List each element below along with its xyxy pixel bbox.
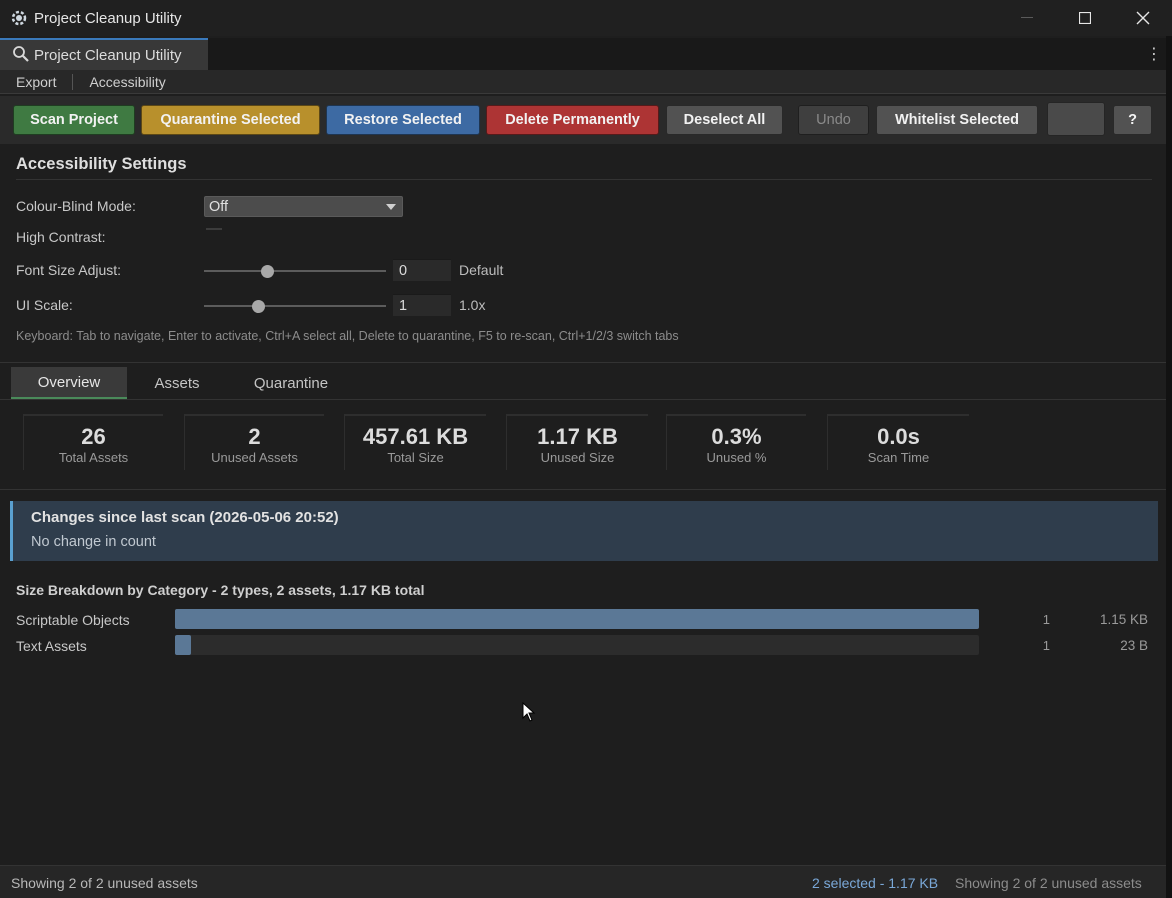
stats-divider — [0, 489, 1166, 490]
category-count: 1 — [1042, 638, 1050, 653]
stat-value: 2 — [248, 424, 261, 449]
close-button[interactable] — [1114, 0, 1172, 36]
quarantine-selected-button[interactable]: Quarantine Selected — [141, 105, 320, 135]
stat-value: 26 — [81, 424, 106, 449]
status-showing-left: Showing 2 of 2 unused assets — [11, 875, 198, 891]
font-size-slider-handle[interactable] — [261, 265, 274, 278]
status-showing-right: Showing 2 of 2 unused assets — [955, 875, 1142, 891]
high-contrast-label: High Contrast: — [16, 229, 106, 245]
category-bar-fill — [175, 609, 979, 629]
mouse-cursor-icon — [522, 701, 536, 725]
font-size-suffix: Default — [459, 262, 504, 278]
breakdown-row: Text Assets 1 23 B — [0, 635, 1166, 657]
tab-overview[interactable]: Overview — [11, 367, 127, 399]
size-breakdown-title: Size Breakdown by Category - 2 types, 2 … — [16, 582, 425, 598]
category-bar-fill — [175, 635, 191, 655]
ui-scale-slider[interactable] — [204, 305, 386, 307]
stat-label: Unused Assets — [211, 450, 298, 465]
stat-label: Total Size — [387, 450, 444, 465]
changes-heading: Changes since last scan (2026-05-06 20:5… — [31, 509, 339, 526]
minimize-button[interactable] — [998, 0, 1056, 36]
stat-label: Scan Time — [867, 450, 930, 465]
category-size: 23 B — [1120, 638, 1148, 653]
stat-card: 0.3% Unused % — [666, 414, 806, 470]
help-button[interactable]: ? — [1113, 105, 1152, 135]
tab-quarantine[interactable]: Quarantine — [236, 367, 346, 399]
ui-scale-suffix: 1.0x — [459, 297, 486, 313]
accessibility-settings-heading: Accessibility Settings — [16, 155, 187, 173]
font-size-field[interactable]: 0 — [393, 259, 451, 281]
chevron-down-icon — [386, 204, 396, 210]
category-count: 1 — [1042, 612, 1050, 627]
window-edge — [1166, 36, 1172, 898]
keyboard-hint: Keyboard: Tab to navigate, Enter to acti… — [16, 329, 679, 343]
menu-export[interactable]: Export — [0, 70, 72, 94]
accessibility-divider — [16, 179, 1152, 180]
whitelist-selected-button[interactable]: Whitelist Selected — [876, 105, 1038, 135]
stat-value: 457.61 KB — [362, 424, 469, 449]
changes-detail: No change in count — [31, 534, 156, 550]
editor-tab-label: Project Cleanup Utility — [34, 46, 182, 64]
maximize-button[interactable] — [1056, 0, 1114, 36]
deselect-all-button[interactable]: Deselect All — [666, 105, 783, 135]
colour-blind-mode-dropdown[interactable]: Off — [204, 196, 403, 217]
window-title: Project Cleanup Utility — [34, 9, 182, 27]
title-bar: Project Cleanup Utility — [0, 0, 1172, 36]
delete-permanently-button[interactable]: Delete Permanently — [486, 105, 659, 135]
category-bar-track — [175, 635, 979, 655]
tab-assets[interactable]: Assets — [137, 367, 217, 399]
action-toolbar: Scan Project Quarantine Selected Restore… — [0, 96, 1166, 144]
restore-selected-button[interactable]: Restore Selected — [326, 105, 480, 135]
breakdown-row: Scriptable Objects 1 1.15 KB — [0, 609, 1166, 631]
search-icon — [12, 45, 30, 66]
stat-value: 0.0s — [877, 424, 920, 449]
category-name: Text Assets — [16, 638, 87, 654]
stat-label: Total Assets — [58, 450, 129, 465]
font-size-adjust-label: Font Size Adjust: — [16, 262, 122, 278]
ui-scale-slider-handle[interactable] — [252, 300, 265, 313]
stat-value: 1.17 KB — [537, 424, 618, 449]
stat-card: 1.17 KB Unused Size — [506, 414, 648, 470]
status-bar: Showing 2 of 2 unused assets 2 selected … — [0, 865, 1166, 898]
stat-label: Unused % — [706, 450, 767, 465]
category-size: 1.15 KB — [1099, 612, 1148, 627]
high-contrast-toggle[interactable] — [206, 228, 222, 230]
stat-card: 457.61 KB Total Size — [344, 414, 486, 470]
stat-card: 2 Unused Assets — [184, 414, 324, 470]
blank-toolbar-button[interactable] — [1047, 102, 1105, 136]
ui-scale-field[interactable]: 1 — [393, 294, 451, 316]
content-tabs: Overview Assets Quarantine — [0, 362, 1166, 400]
scan-project-button[interactable]: Scan Project — [13, 105, 135, 135]
stat-card: 0.0s Scan Time — [827, 414, 969, 470]
colour-blind-mode-label: Colour-Blind Mode: — [16, 198, 136, 214]
changes-panel: Changes since last scan (2026-05-06 20:5… — [10, 501, 1158, 561]
app-gear-icon — [10, 9, 28, 27]
menu-bar: Export Accessibility — [0, 70, 1166, 94]
stat-label: Unused Size — [540, 450, 615, 465]
colour-blind-mode-value: Off — [209, 198, 229, 215]
ui-scale-label: UI Scale: — [16, 297, 73, 313]
editor-window-tab[interactable]: Project Cleanup Utility — [0, 38, 208, 70]
category-name: Scriptable Objects — [16, 612, 130, 628]
editor-tab-strip: Project Cleanup Utility ⋮ — [0, 38, 1166, 70]
status-selection: 2 selected - 1.17 KB — [812, 875, 939, 891]
font-size-slider[interactable] — [204, 270, 386, 272]
category-bar-track — [175, 609, 979, 629]
more-options-icon[interactable]: ⋮ — [1146, 44, 1162, 64]
stat-value: 0.3% — [711, 424, 762, 449]
undo-button[interactable]: Undo — [798, 105, 869, 135]
stat-card: 26 Total Assets — [23, 414, 163, 470]
menu-accessibility[interactable]: Accessibility — [73, 70, 181, 94]
